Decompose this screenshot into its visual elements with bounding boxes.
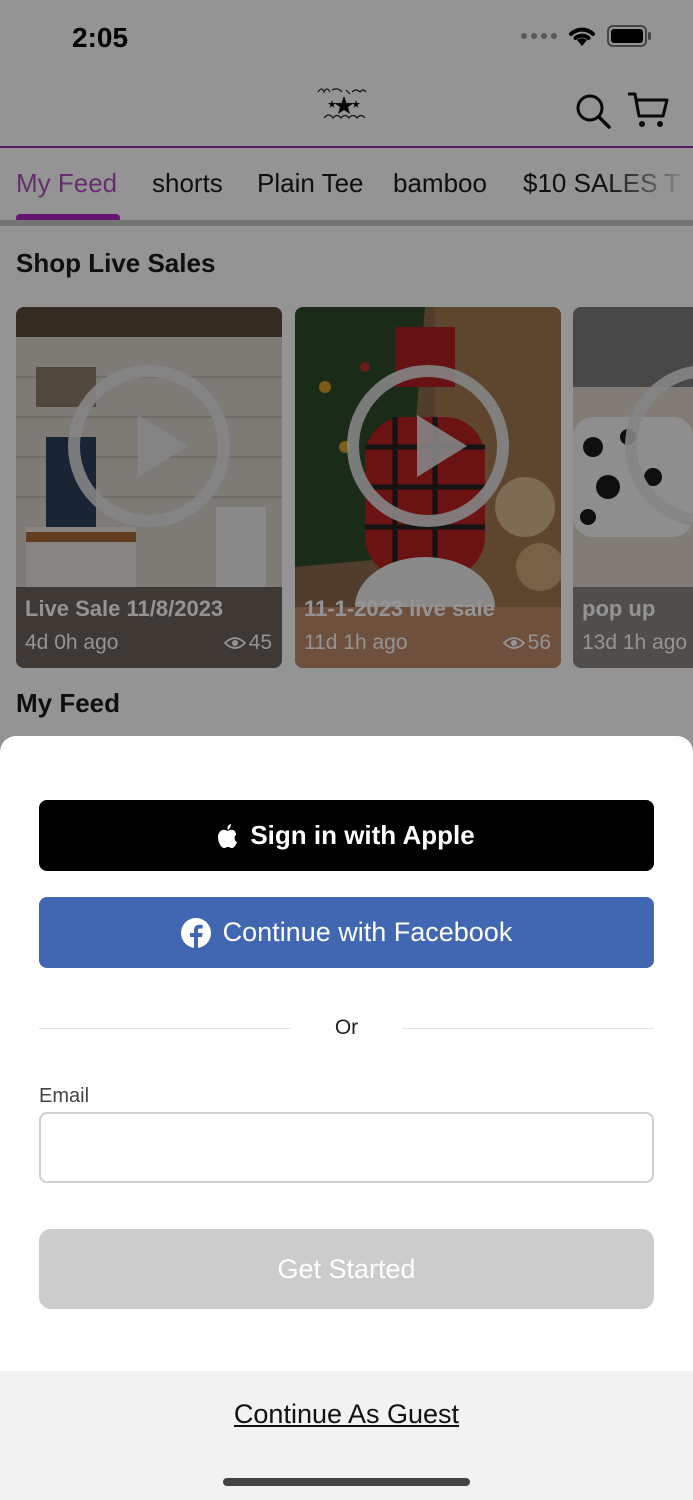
apple-icon xyxy=(218,823,238,848)
facebook-button-label: Continue with Facebook xyxy=(222,917,513,947)
guest-bar: Continue As Guest xyxy=(0,1371,693,1500)
modal-backdrop[interactable] xyxy=(0,0,693,760)
continue-with-facebook-button[interactable]: Continue with Facebook xyxy=(39,897,654,968)
email-label: Email xyxy=(39,1085,90,1107)
get-started-button[interactable]: Get Started xyxy=(39,1229,654,1309)
sign-in-sheet: Sign in with Apple Continue with Faceboo… xyxy=(0,736,693,1500)
sign-in-with-apple-button[interactable]: Sign in with Apple xyxy=(39,800,654,871)
divider-right xyxy=(402,1028,654,1029)
email-input[interactable] xyxy=(39,1112,654,1183)
facebook-icon xyxy=(180,917,211,948)
app-background: 2:05 My Feed shorts Plain Tee bamboo $10… xyxy=(0,0,693,760)
continue-as-guest-link[interactable]: Continue As Guest xyxy=(0,1399,693,1430)
get-started-label: Get Started xyxy=(277,1253,416,1284)
apple-button-label: Sign in with Apple xyxy=(250,820,475,850)
home-indicator xyxy=(223,1478,470,1486)
